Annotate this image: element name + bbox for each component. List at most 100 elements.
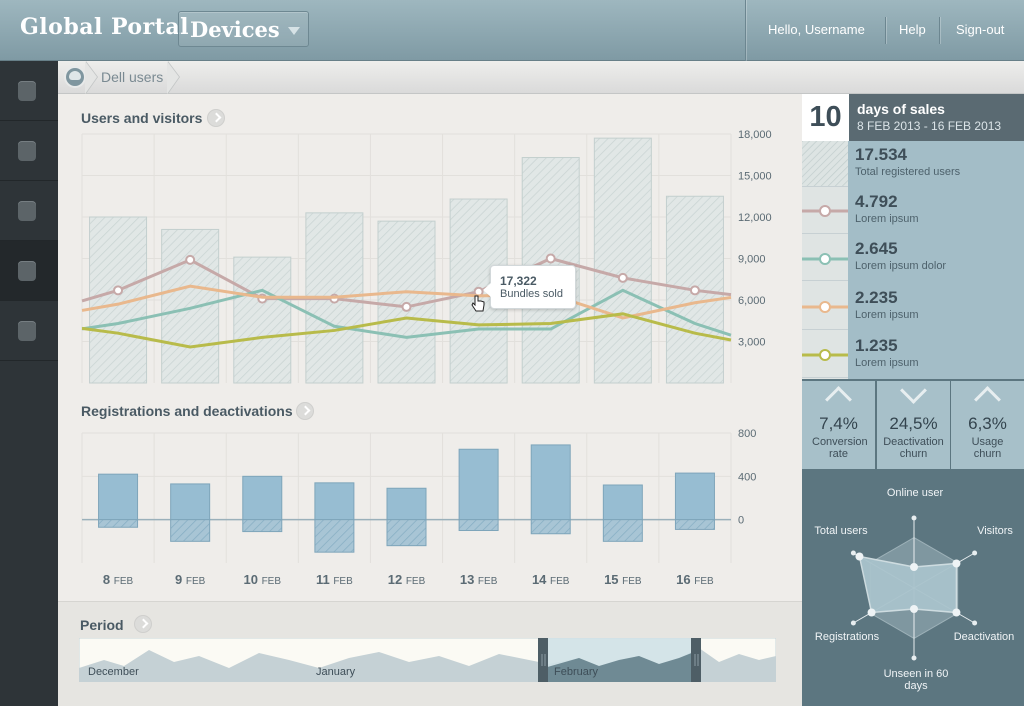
hatch-swatch-icon [802,141,848,187]
line-marker-icon [802,188,848,234]
days-header: 10 days of sales 8 FEB 2013 - 16 FEB 201… [802,94,1024,141]
date-month: FEB [261,576,282,587]
legend-item-series-2[interactable]: 2.645 Lorem ipsum dolor [802,235,1024,282]
legend-value: 17.534 [855,145,907,164]
user-greeting[interactable]: Hello, Username [768,22,865,37]
radar-point[interactable] [910,563,918,571]
deactivation-bar[interactable] [602,519,643,542]
bar[interactable] [593,137,652,384]
date-label: 15 FEB [604,572,642,587]
legend-item-series-4[interactable]: 1.235 Lorem ipsum [802,332,1024,379]
stat-value: 6,3% [968,414,1007,433]
nav-icon [18,141,36,161]
registration-bar[interactable] [458,448,499,521]
radar-axis-end [850,620,856,626]
y-tick-label: 9,000 [738,254,766,266]
period-handle-left[interactable] [538,638,548,682]
legend-item-total-users[interactable]: 17.534 Total registered users [802,141,1024,188]
sidebar-item-2[interactable] [0,121,58,181]
days-label: days of sales [857,101,945,117]
breadcrumb-separator [85,61,100,94]
period-month-february: February [554,666,599,678]
radar-point[interactable] [867,608,876,617]
hand-cursor-icon [471,295,485,312]
radar-axis-end [850,550,856,556]
help-link[interactable]: Help [899,22,926,37]
section-dropdown-label: Devices [190,17,280,42]
chevron-down-icon [288,27,300,35]
deactivation-bar[interactable] [314,519,355,553]
header-divider [939,17,940,44]
data-point[interactable] [113,285,124,296]
sidebar-item-4[interactable] [0,241,58,301]
period-month-december: December [88,666,139,678]
deactivation-bar[interactable] [386,519,427,547]
date-month: FEB [550,576,570,587]
date-month: FEB [477,576,498,587]
data-point[interactable] [545,253,556,264]
header-divider [745,0,746,61]
data-point[interactable] [689,285,700,296]
period-handle-right[interactable] [691,638,701,682]
legend-item-series-3[interactable]: 2.235 Lorem ipsum [802,284,1024,331]
breadcrumb-current[interactable]: Dell users [101,69,163,85]
data-point[interactable] [617,272,628,283]
chevron-down-icon [900,377,927,404]
deactivation-bar[interactable] [98,519,139,528]
nav-icon [18,261,36,281]
stat-value: 24,5% [889,414,938,433]
stat-deactivation-churn[interactable]: 24,5% Deactivation churn [877,377,950,469]
data-point[interactable] [401,301,412,312]
registration-bar[interactable] [602,484,643,521]
sidebar-item-3[interactable] [0,181,58,241]
section-dropdown[interactable]: Devices [178,11,309,47]
registration-bar[interactable] [170,483,211,521]
deactivation-bar[interactable] [530,519,571,535]
registration-bar[interactable] [314,482,355,521]
stat-value: 7,4% [819,414,858,433]
radar-point[interactable] [952,608,961,617]
radar-point[interactable] [855,552,864,561]
nav-icon [18,321,36,341]
sidebar-item-5[interactable] [0,301,58,361]
radar-point[interactable] [910,605,918,613]
legend-value: 4.792 [855,192,898,211]
signout-link[interactable]: Sign-out [956,22,1004,37]
deactivation-bar[interactable] [458,519,499,531]
registration-bar[interactable] [674,472,715,521]
bar[interactable] [233,256,292,384]
registration-bar[interactable] [242,475,283,521]
date-label: 14 FEB [531,572,570,587]
users-visitors-chart: 18,000 15,000 12,000 9,000 6,000 3,000 [81,129,772,384]
period-timeline[interactable]: December January February [79,638,776,682]
legend-item-series-1[interactable]: 4.792 Lorem ipsum [802,188,1024,235]
period-month-january: January [316,666,356,678]
registration-bar[interactable] [530,444,571,521]
registrations-expand-icon[interactable] [296,402,314,420]
legend-label: Lorem ipsum dolor [855,260,947,272]
date-month: FEB [405,576,426,587]
stat-usage-churn[interactable]: 6,3% Usage churn [951,381,1024,469]
bar[interactable] [161,228,220,384]
stat-label: Deactivation churn [883,436,944,460]
y-tick-label: 400 [738,471,756,483]
registration-bar[interactable] [386,487,427,521]
user-face-icon [64,66,86,88]
deactivation-bar[interactable] [170,519,211,542]
radar-label-unseen: Unseen in 60 days [883,668,949,692]
period-expand-icon[interactable] [134,615,152,633]
registration-bar[interactable] [98,473,139,521]
data-point[interactable] [185,254,196,265]
radar-point[interactable] [952,559,961,568]
line-marker-icon [802,332,848,378]
y-tick-label: 15,000 [738,171,772,183]
line-marker-icon [802,235,848,281]
sidebar-item-1[interactable] [0,61,58,121]
deactivation-bar[interactable] [674,519,715,530]
app-logo[interactable]: Global Portal [20,14,189,40]
radar-label-registrations: Registrations [814,631,880,643]
legend-value: 2.645 [855,239,898,258]
stat-conversion-rate[interactable]: 7,4% Conversion rate [802,381,875,469]
nav-icon [18,81,36,101]
deactivation-bar[interactable] [242,519,283,533]
